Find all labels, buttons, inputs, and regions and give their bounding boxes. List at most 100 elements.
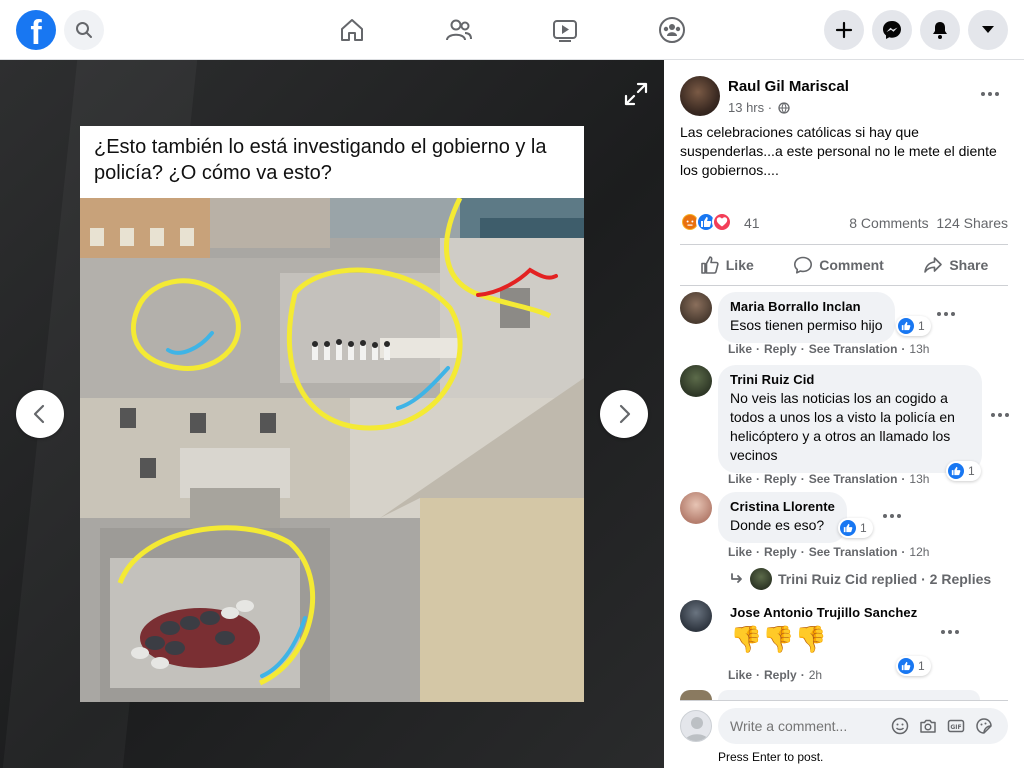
messenger-icon <box>883 21 901 39</box>
dot-icon <box>890 514 894 518</box>
comment-reaction-count[interactable]: 1 <box>838 518 873 538</box>
comment-time[interactable]: 12h <box>909 545 929 559</box>
commenter-avatar[interactable] <box>680 492 712 524</box>
comment-reaction-count[interactable]: 1 <box>896 656 931 676</box>
emoji-button[interactable] <box>890 716 910 736</box>
shares-count[interactable]: 124 Shares <box>936 215 1008 231</box>
comment-body: Jose Antonio Trujillo Sanchez 👎👎👎 <box>730 605 917 656</box>
messenger-button[interactable] <box>872 10 912 50</box>
facebook-logo-letter: f <box>30 14 42 50</box>
comment-like-link[interactable]: Like <box>728 668 752 682</box>
sticker-button[interactable] <box>974 716 994 736</box>
comment-bubble: Trini Ruiz Cid No veis las noticias los … <box>718 365 982 473</box>
share-button[interactable]: Share <box>913 251 998 279</box>
nav-friends[interactable] <box>443 14 475 46</box>
comment-like-link[interactable]: Like <box>728 545 752 559</box>
see-translation-link[interactable]: See Translation <box>809 342 898 356</box>
next-photo-button[interactable] <box>600 390 648 438</box>
gif-icon: GIF <box>947 719 965 733</box>
comment-like-link[interactable]: Like <box>728 342 752 356</box>
commenter-avatar[interactable] <box>680 292 712 324</box>
view-replies-link[interactable]: Trini Ruiz Cid replied · 2 Replies <box>730 568 991 590</box>
reaction-count[interactable]: 41 <box>744 215 760 231</box>
comment-actions: Like · Reply · See Translation · 13h <box>728 342 929 356</box>
post-image[interactable]: ¿Esto también lo está investigando el go… <box>80 126 584 702</box>
home-icon <box>341 19 363 41</box>
commenter-avatar[interactable] <box>680 600 712 632</box>
comment-text: Donde es eso? <box>730 517 825 533</box>
post-options-button[interactable] <box>976 84 1004 104</box>
comment-options-button[interactable] <box>932 304 960 324</box>
comment-reply-link[interactable]: Reply <box>764 545 797 559</box>
commenter-name[interactable]: Cristina Llorente <box>730 499 835 514</box>
post-meta: 13 hrs · <box>728 100 790 115</box>
author-avatar[interactable] <box>680 76 720 116</box>
nav-home[interactable] <box>336 14 368 46</box>
friends-icon <box>446 19 472 41</box>
photo-button[interactable] <box>918 716 938 736</box>
globe-icon <box>778 101 790 114</box>
dot-icon <box>1005 413 1009 417</box>
comment-options-button[interactable] <box>986 405 1014 425</box>
divider <box>680 700 1008 701</box>
separator: · <box>901 472 906 486</box>
comment-reply-link[interactable]: Reply <box>764 342 797 356</box>
notifications-button[interactable] <box>920 10 960 50</box>
comment-reply-link[interactable]: Reply <box>764 472 797 486</box>
post-time[interactable]: 13 hrs · <box>728 100 772 115</box>
comment-button[interactable]: Comment <box>783 251 894 279</box>
previous-photo-button[interactable] <box>16 390 64 438</box>
comment-options-button[interactable] <box>936 622 964 642</box>
see-translation-link[interactable]: See Translation <box>809 545 898 559</box>
nav-groups[interactable] <box>656 14 688 46</box>
comment-text: Esos tienen permiso hijo <box>730 317 883 333</box>
commenter-name[interactable]: Trini Ruiz Cid <box>730 372 970 387</box>
reaction-number: 1 <box>918 659 925 673</box>
commenter-name[interactable]: Maria Borrallo Inclan <box>730 299 883 314</box>
account-menu-button[interactable] <box>968 10 1008 50</box>
nav-watch[interactable] <box>549 14 581 46</box>
comment-bubble: Cristina Llorente Donde es eso? <box>718 492 847 543</box>
comment-time[interactable]: 13h <box>909 342 929 356</box>
comment-actions: Like · Reply · 2h <box>728 668 822 682</box>
like-button-label: Like <box>725 257 754 273</box>
comment-bubble: Maria Borrallo Inclan Esos tienen permis… <box>718 292 895 343</box>
plus-icon <box>835 21 853 39</box>
fullscreen-button[interactable] <box>620 78 652 110</box>
comment-time[interactable]: 2h <box>809 668 822 682</box>
chevron-right-icon <box>619 404 631 424</box>
comment-options-button[interactable] <box>878 506 906 526</box>
gif-button[interactable]: GIF <box>946 716 966 736</box>
like-button[interactable]: Like <box>690 251 764 279</box>
account-menu-icon <box>982 26 994 33</box>
search-button[interactable] <box>64 10 104 50</box>
reaction-number: 1 <box>860 521 867 535</box>
next-commenter-avatar <box>680 690 712 700</box>
comment-reaction-count[interactable]: 1 <box>896 316 931 336</box>
create-button[interactable] <box>824 10 864 50</box>
reaction-icons[interactable] <box>680 212 732 232</box>
comments-count[interactable]: 8 Comments <box>849 215 928 231</box>
facebook-logo[interactable]: f <box>16 10 56 50</box>
comment-text: 👎👎👎 <box>730 624 828 654</box>
author-name[interactable]: Raul Gil Mariscal <box>728 78 849 95</box>
dot-icon <box>988 92 992 96</box>
separator: · <box>901 342 906 356</box>
commenter-avatar[interactable] <box>680 365 712 397</box>
commenter-name[interactable]: Jose Antonio Trujillo Sanchez <box>730 605 917 620</box>
groups-icon <box>659 17 685 43</box>
comment-button-label: Comment <box>819 257 884 273</box>
dot-icon <box>981 92 985 96</box>
separator: · <box>800 472 805 486</box>
comment-time[interactable]: 13h <box>909 472 929 486</box>
see-translation-link[interactable]: See Translation <box>809 472 898 486</box>
comment-like-link[interactable]: Like <box>728 472 752 486</box>
comment-item: Jose Antonio Trujillo Sanchez 👎👎👎 1 Like… <box>680 600 1020 686</box>
separator: · <box>756 342 761 356</box>
comment-reaction-count[interactable]: 1 <box>946 461 981 481</box>
comment-reply-link[interactable]: Reply <box>764 668 797 682</box>
rooftops-photo <box>80 198 584 702</box>
my-avatar[interactable] <box>680 710 712 742</box>
user-silhouette-icon <box>685 717 709 741</box>
post-actions: Like Comment Share <box>680 244 1008 286</box>
